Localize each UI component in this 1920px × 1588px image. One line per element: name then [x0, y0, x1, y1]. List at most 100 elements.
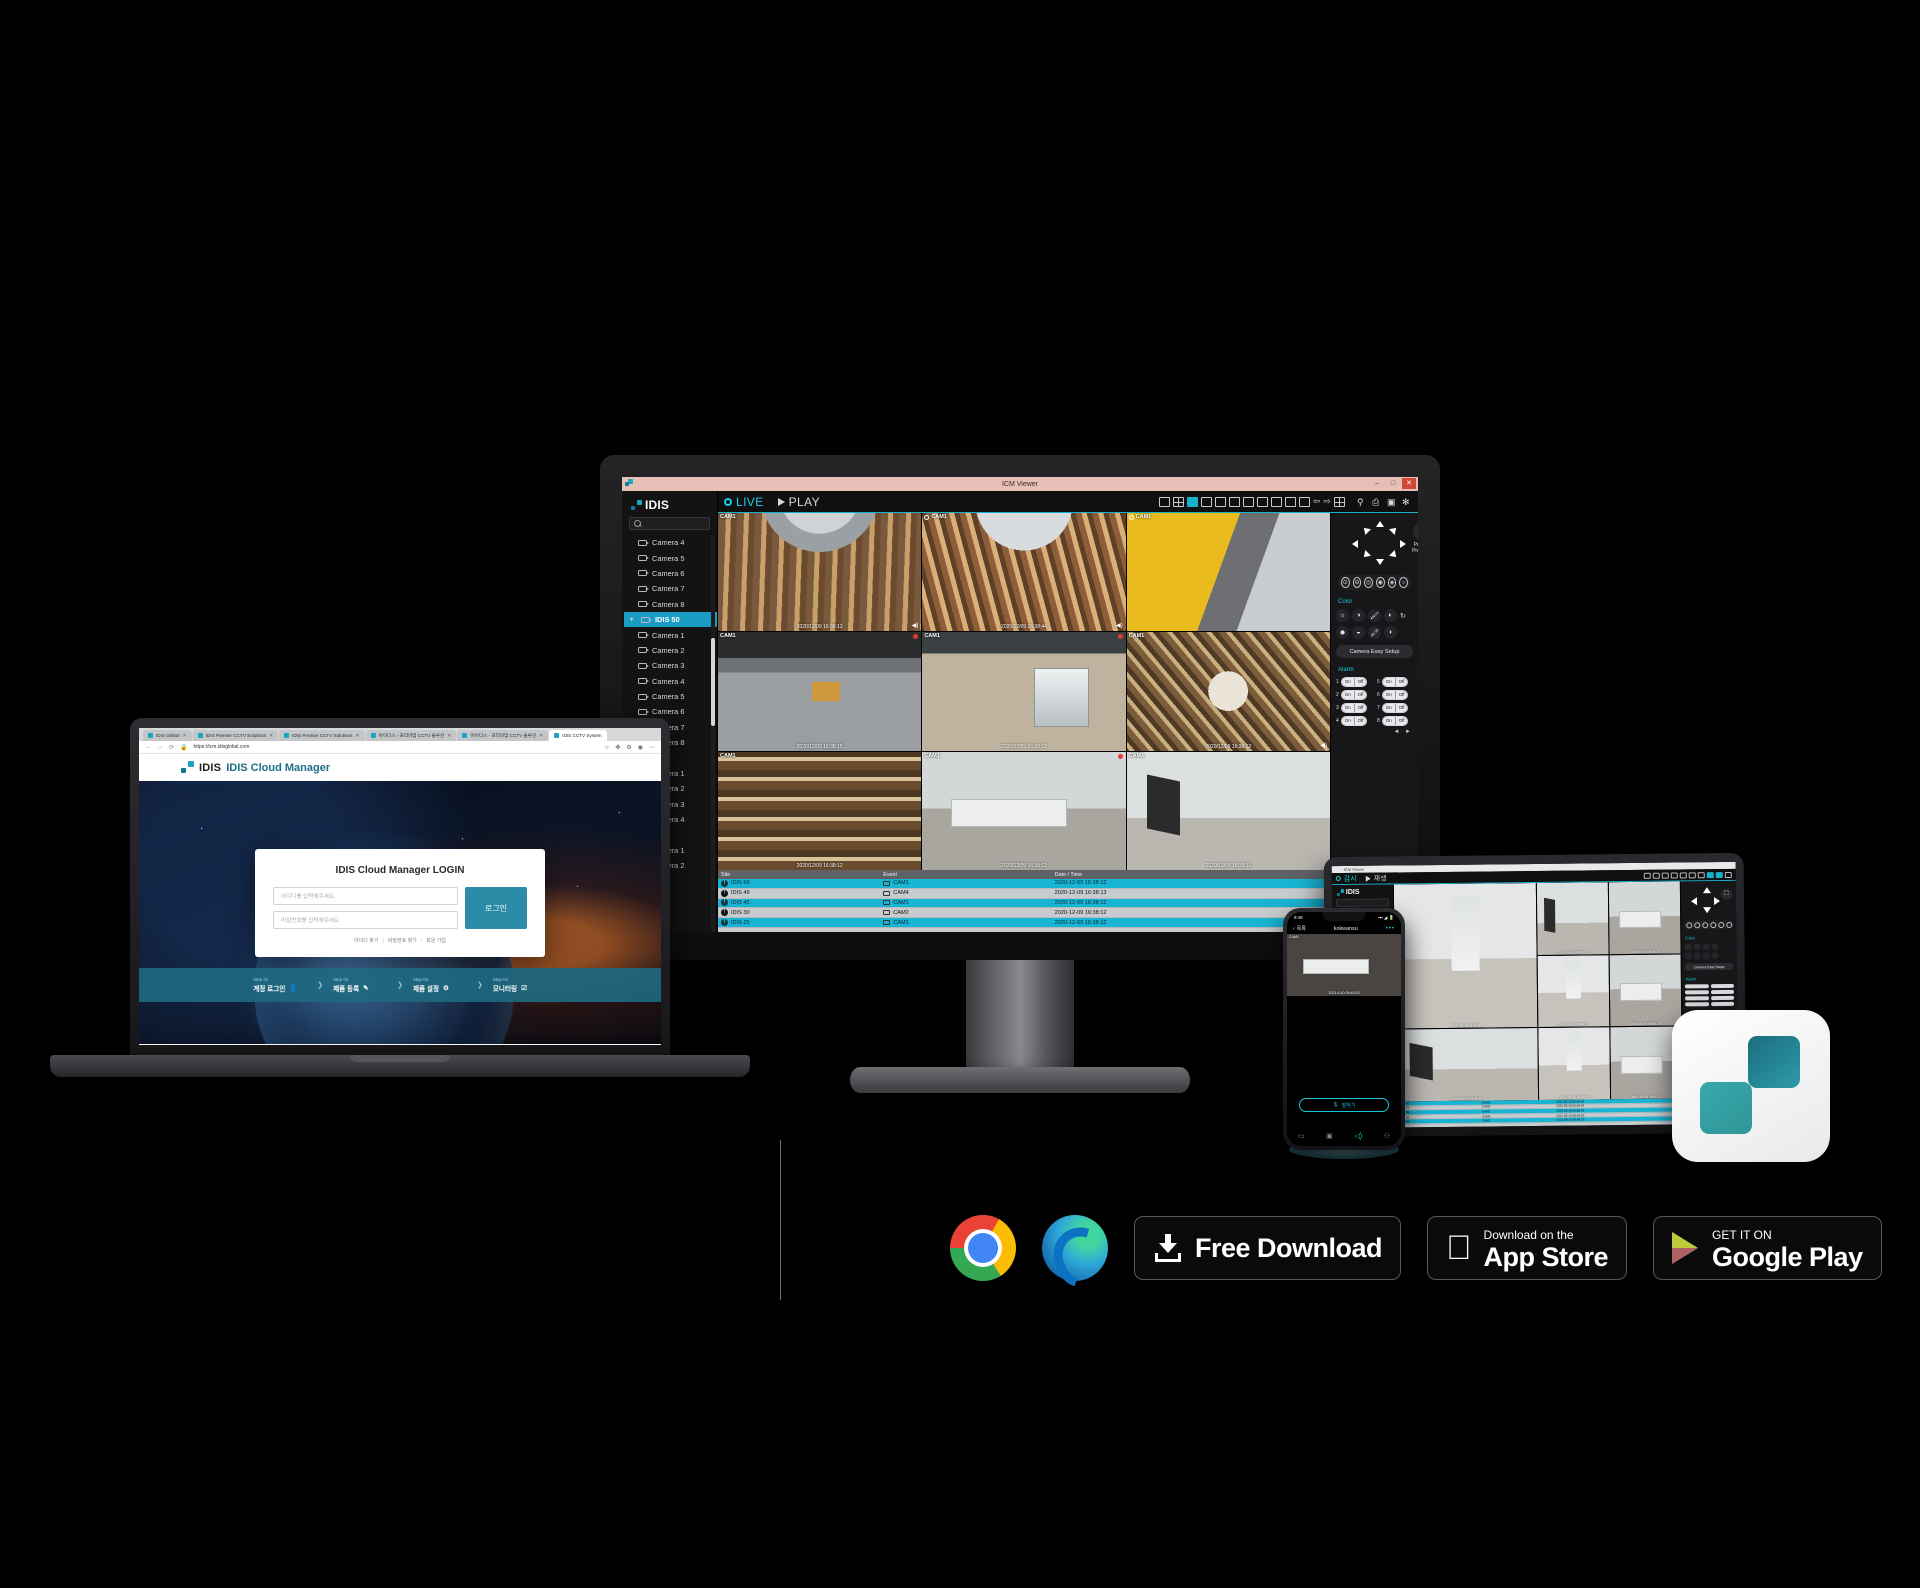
layout-3x3-icon[interactable]: [1661, 872, 1669, 879]
layout-1p5-icon[interactable]: [1679, 871, 1687, 878]
ptz-up-right-icon[interactable]: [1389, 525, 1399, 535]
layout-3p4-icon[interactable]: [1270, 496, 1282, 507]
alarm-channel[interactable]: 5 On Off: [1377, 677, 1413, 687]
ptz-left-icon[interactable]: [1352, 540, 1358, 548]
idis-app-icon[interactable]: [1672, 1010, 1830, 1162]
find-id-link[interactable]: 아이디 찾기: [354, 938, 378, 944]
tablet-search-input[interactable]: [1335, 898, 1390, 908]
iris-close-icon[interactable]: ○: [1399, 577, 1409, 588]
tablet-zoom-row[interactable]: [1684, 919, 1734, 930]
snapshot-icon[interactable]: ▣: [1387, 497, 1397, 507]
tablet-tab-play[interactable]: 재생: [1365, 873, 1387, 883]
tree-node[interactable]: Camera 5: [624, 550, 717, 565]
layout-4x4-icon[interactable]: [1200, 496, 1212, 507]
saturation-up-icon[interactable]: [1702, 952, 1710, 960]
video-grid[interactable]: CAM1 2020/12/09 16:38:12 ◀) CAM1 2020/12/09 …: [718, 513, 1330, 870]
prev-page-icon[interactable]: ⇦: [1313, 496, 1321, 507]
ptz-down-icon[interactable]: [1703, 907, 1712, 914]
tree-node[interactable]: Camera 8: [624, 597, 717, 612]
find-password-link[interactable]: 비밀번호 찾기: [388, 938, 417, 944]
tablet-event-log[interactable]: IDIS 50CAM12021-06-10 09:48:20IDIS 49CAM…: [1396, 1098, 1683, 1128]
event-row[interactable]: ! IDIS 49 CAM4 2020-12-09 16:38:13: [718, 889, 1330, 899]
maximize-button[interactable]: □: [1386, 478, 1400, 489]
tablet-video-cell[interactable]: 2021-06-10 09:48:20: [1393, 882, 1538, 1029]
layout-active-icon[interactable]: [1706, 871, 1714, 878]
iris-open-icon[interactable]: [1717, 921, 1724, 928]
layout-wide-icon[interactable]: [1724, 871, 1732, 878]
alarm-output-grid[interactable]: 1 On Off 5 On Off 2 On Off 6 On Off 3 On Off 7 On Off 4 On O…: [1336, 677, 1413, 726]
layout-1p5-icon[interactable]: [1214, 496, 1226, 507]
alarm-toggle[interactable]: On Off: [1381, 690, 1409, 700]
browser-tab[interactable]: 아이디스 - 프리미엄 CCTV 솔루션 ✕: [457, 730, 549, 741]
app-store-button[interactable]:  Download on the App Store: [1427, 1216, 1628, 1280]
layout-1x1-icon[interactable]: [1158, 496, 1170, 507]
event-row[interactable]: ! IDIS 25 CAM1 2020-12-09 16:38:12: [718, 918, 1330, 928]
alarm-on-button[interactable]: On: [1341, 691, 1354, 699]
alarm-on-button[interactable]: On: [1382, 691, 1395, 699]
alarm-toggle[interactable]: On Off: [1340, 690, 1368, 700]
brightness-icon[interactable]: [1684, 943, 1692, 951]
browser-tab[interactable]: 아이디스 - 프리미엄 CCTV 솔루션 ✕: [365, 730, 457, 741]
fullscreen-icon[interactable]: [1334, 496, 1345, 507]
tab-live[interactable]: LIVE: [724, 495, 764, 509]
alarm-toggle[interactable]: [1685, 996, 1709, 1001]
brightness-icon[interactable]: ☼: [1336, 609, 1349, 622]
tablet-video-cell[interactable]: 2021-06-10 09:48:20: [1538, 1027, 1611, 1100]
ptz-down-icon[interactable]: [1376, 559, 1384, 565]
alarm-toggle[interactable]: [1710, 989, 1734, 995]
layout-2x2-icon[interactable]: [1652, 872, 1660, 879]
next-page-icon[interactable]: ⇨: [1323, 496, 1331, 507]
brightness-up-icon[interactable]: ✹: [1336, 626, 1349, 639]
contrast-up-icon[interactable]: ◒: [1352, 626, 1365, 639]
saturation-up-icon[interactable]: 🖍: [1368, 626, 1381, 639]
focus-far-icon[interactable]: ◉: [1376, 577, 1385, 588]
video-cell[interactable]: CAM1 2020/12/09 16:38:11: [1126, 751, 1330, 870]
tablet-video-grid[interactable]: 2021-06-10 09:48:20 2021-06-10 09:48:20 20…: [1393, 881, 1683, 1102]
phone-camera-view[interactable]: CAM1 2021.6.10 09:49:23: [1287, 934, 1401, 996]
tree-node[interactable]: Camera 7: [624, 581, 717, 596]
phone-tab-bar[interactable]: ▭ ▣ ◁) ⚇: [1287, 1132, 1401, 1140]
alarm-toggle[interactable]: [1684, 990, 1709, 995]
print-icon[interactable]: ⎙: [1372, 497, 1382, 507]
video-cell[interactable]: CAM1 2020/12/09 16:38:12: [922, 751, 1126, 870]
color-row-2[interactable]: ✹ ◒ 🖍 ◗: [1336, 626, 1413, 639]
tablet-layout-toolbar[interactable]: [1643, 871, 1732, 879]
tablet-ptz-dpad[interactable]: ⛶: [1690, 887, 1733, 914]
brightness-up-icon[interactable]: [1684, 952, 1692, 960]
reload-icon[interactable]: ⟳: [169, 744, 174, 751]
speaker-icon[interactable]: ◀): [912, 622, 919, 629]
tablet-video-cell[interactable]: 2021-06-10 09:48:20: [1395, 1028, 1539, 1102]
tablet-video-cell[interactable]: 2021-06-10 09:48:20: [1609, 954, 1682, 1027]
iris-open-icon[interactable]: ◈: [1387, 577, 1397, 588]
close-tab-icon[interactable]: ✕: [269, 733, 273, 739]
contrast-up-icon[interactable]: [1693, 952, 1701, 960]
layout-wide-icon[interactable]: [1284, 496, 1296, 507]
tablet-tab-live[interactable]: 감시: [1335, 873, 1357, 883]
ptz-up-left-icon[interactable]: [1361, 525, 1371, 535]
back-icon[interactable]: ←: [145, 744, 151, 750]
alarm-toggle[interactable]: On Off: [1340, 703, 1368, 713]
camera-icon[interactable]: ▣: [1326, 1132, 1333, 1140]
browser-tab[interactable]: IDIS Premier CCTV Solutions ✕: [192, 730, 279, 741]
free-download-button[interactable]: Free Download: [1134, 1216, 1402, 1280]
browser-tab[interactable]: IDIS Global ✕: [143, 730, 192, 741]
alarm-channel[interactable]: 1 On Off: [1336, 677, 1372, 687]
tree-node[interactable]: Camera 6: [624, 566, 717, 581]
alarm-toggle[interactable]: [1685, 1002, 1709, 1007]
tree-node[interactable]: Camera 2: [624, 643, 717, 658]
iris-close-icon[interactable]: [1725, 921, 1732, 928]
alarm-off-button[interactable]: Off: [1394, 691, 1408, 699]
zoom-out-icon[interactable]: [1693, 921, 1700, 928]
back-button[interactable]: ‹ 목록: [1293, 925, 1306, 933]
tree-node[interactable]: Camera 5: [624, 689, 717, 704]
ptz-down-right-icon[interactable]: [1389, 550, 1399, 560]
speaker-icon[interactable]: ◁): [1354, 1132, 1362, 1140]
ptz-zoom-row[interactable]: ⊙ ⊖ ◎ ◉ ◈ ○: [1338, 575, 1411, 590]
alarm-toggle[interactable]: [1710, 1001, 1735, 1007]
tablet-alarm-grid[interactable]: [1684, 983, 1735, 1007]
alarm-toggle[interactable]: On Off: [1381, 703, 1409, 713]
tree-node[interactable]: Camera 3: [624, 658, 717, 673]
alarm-channel[interactable]: 8 On Off: [1377, 716, 1413, 726]
home-icon[interactable]: ▭: [1298, 1132, 1305, 1140]
color-row-1[interactable]: ☼ ◑ 🖌 ◐ ↻: [1336, 609, 1413, 622]
